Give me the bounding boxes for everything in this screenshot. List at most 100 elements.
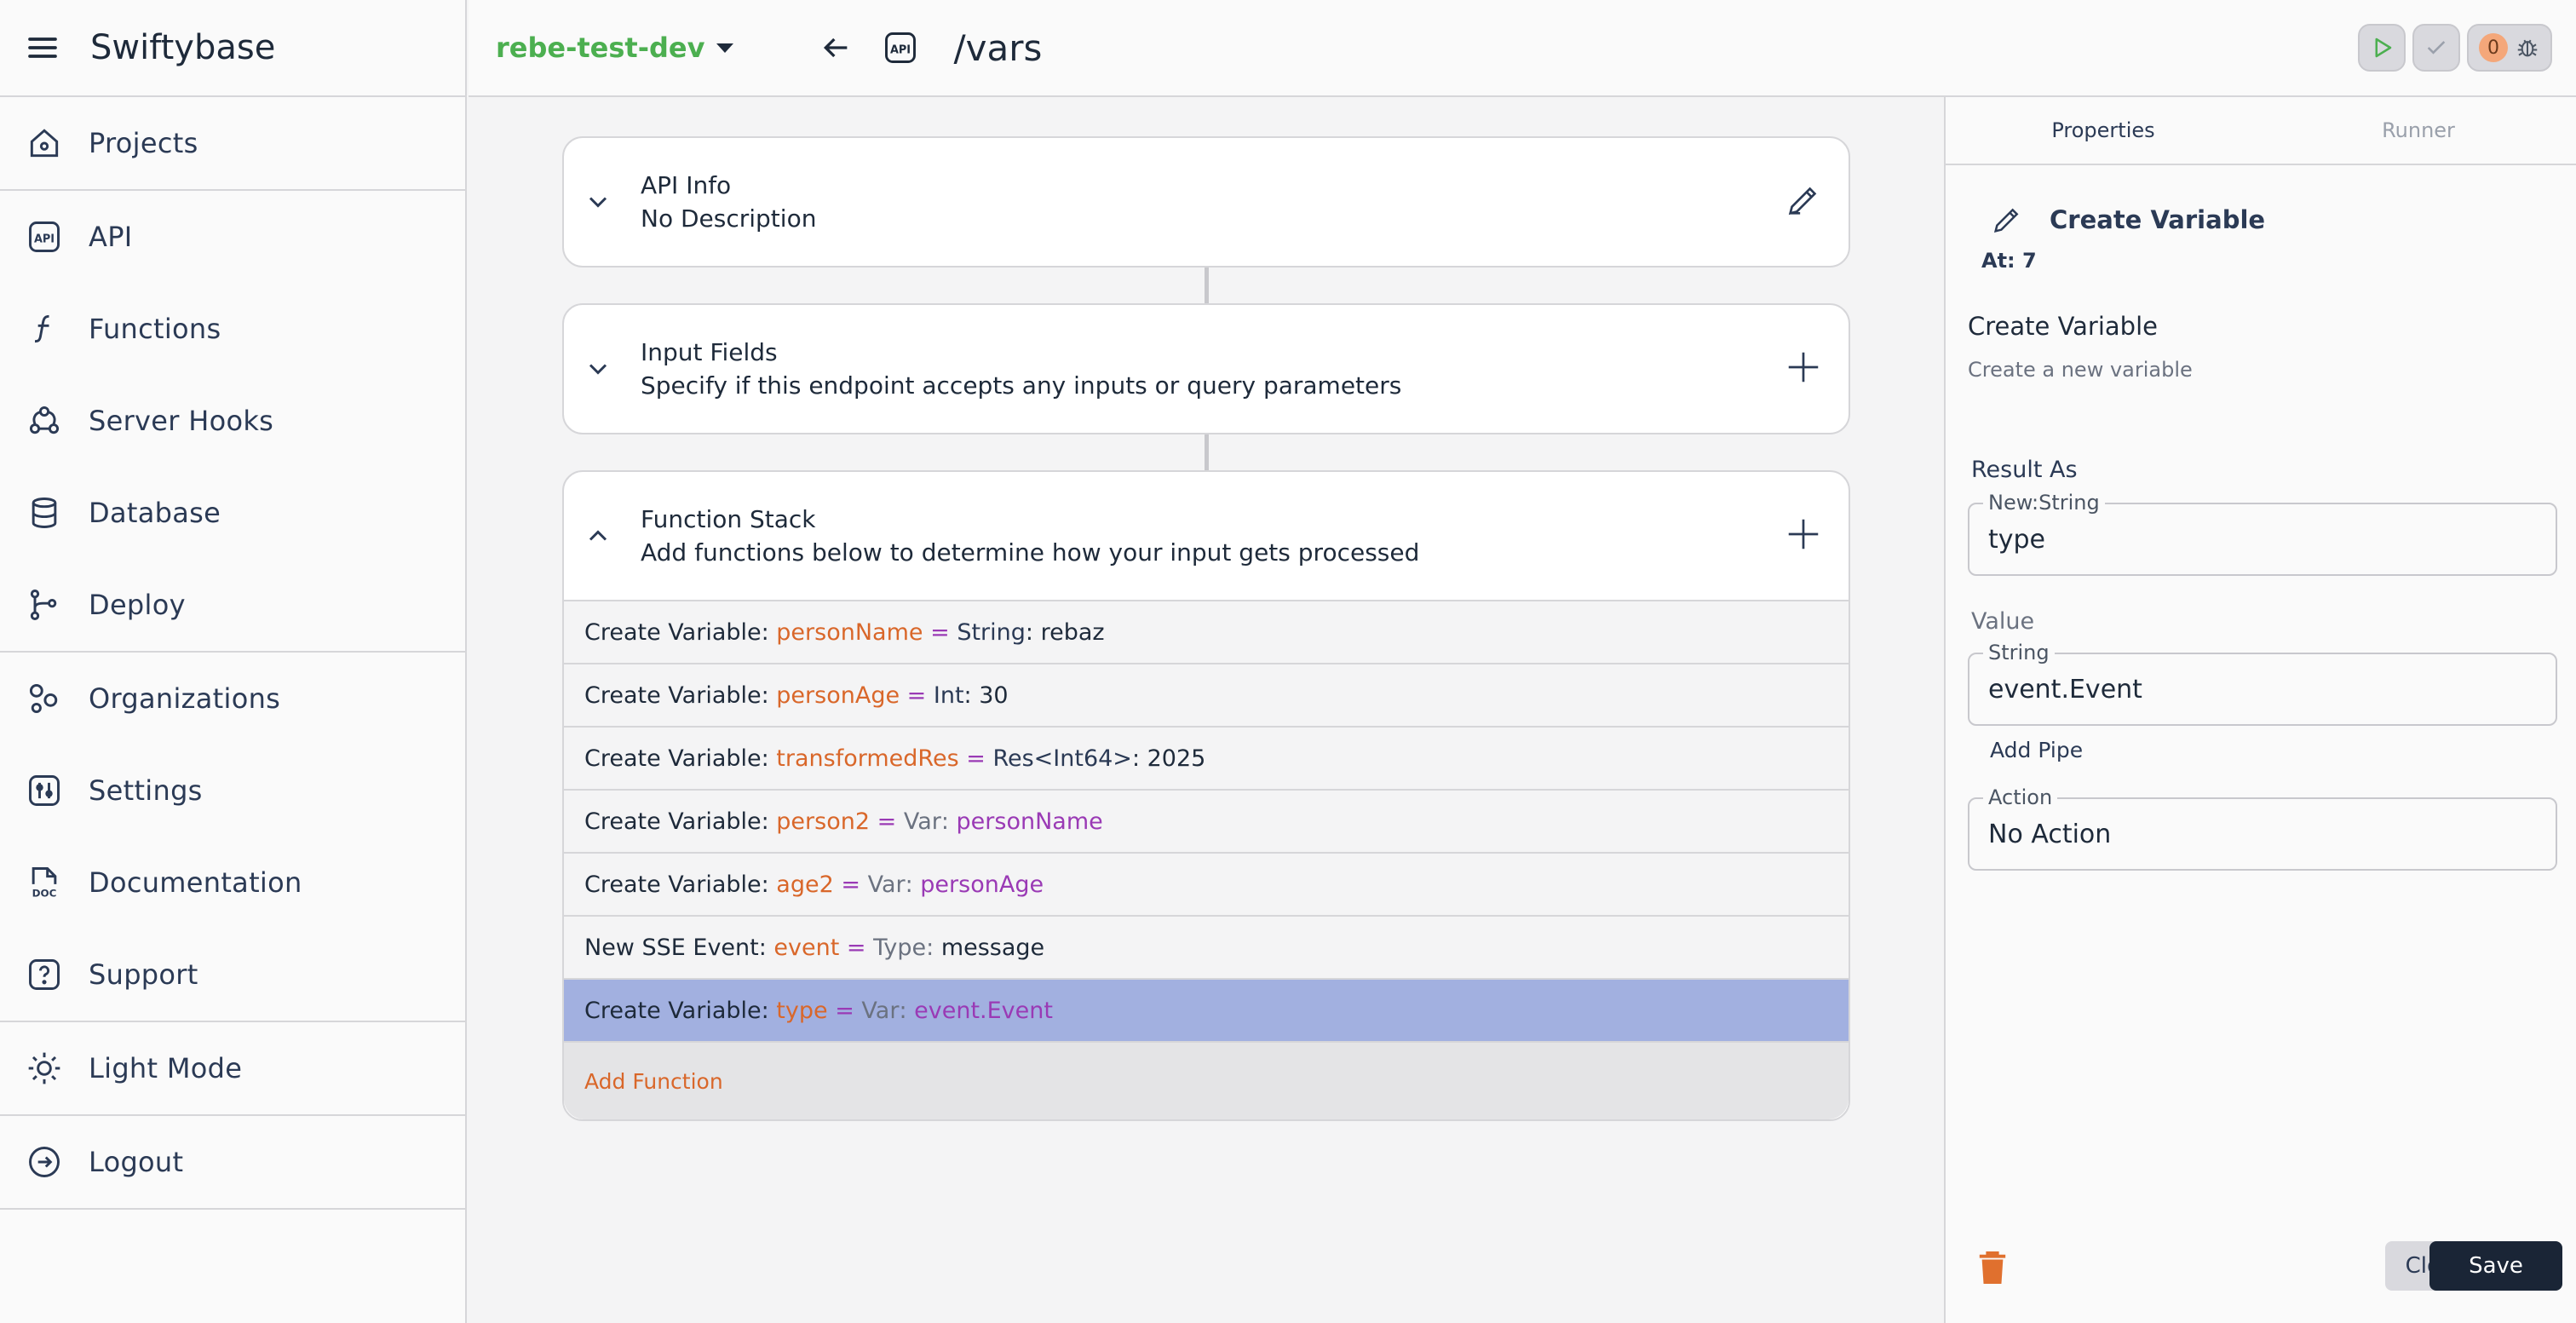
row-sep: :: [905, 871, 921, 898]
sidebar-item-label: Light Mode: [89, 1052, 243, 1084]
row-type: Var: [903, 808, 941, 835]
function-row-selected[interactable]: Create Variable: type = Var: event.Event: [564, 978, 1849, 1041]
sidebar-item-logout[interactable]: Logout: [0, 1116, 465, 1208]
result-as-field[interactable]: New:String type: [1968, 491, 2557, 576]
row-prefix: Create Variable:: [584, 871, 777, 898]
row-type: Type: [873, 934, 927, 961]
arrow-left-icon[interactable]: [819, 31, 853, 65]
action-legend: Action: [1983, 785, 2058, 809]
database-icon: [26, 494, 63, 532]
api-info-header[interactable]: API Info No Description: [564, 138, 1849, 266]
plus-icon[interactable]: [1784, 348, 1823, 387]
action-field[interactable]: Action No Action: [1968, 785, 2557, 871]
properties-panel: Properties Runner Create Variable At: 7 …: [1944, 97, 2576, 1323]
row-prefix: New SSE Event:: [584, 934, 774, 961]
function-stack-text: Function Stack Add functions below to de…: [641, 505, 1419, 567]
sidebar-item-database[interactable]: Database: [0, 467, 465, 559]
main-canvas: API Info No Description Input Fields Spe…: [469, 97, 1944, 1323]
function-row[interactable]: Create Variable: age2 = Var: personAge: [564, 852, 1849, 915]
save-button[interactable]: Save: [2429, 1241, 2562, 1291]
sidebar-item-api[interactable]: API API: [0, 191, 465, 283]
chevron-down-icon[interactable]: [583, 354, 613, 384]
row-sep: :: [1131, 745, 1147, 772]
result-as-legend: New:String: [1983, 491, 2105, 515]
row-var-name: personAge: [776, 682, 900, 709]
project-selector[interactable]: rebe-test-dev: [496, 32, 734, 64]
doc-icon: DOC: [26, 864, 63, 901]
sidebar-item-label: Support: [89, 958, 198, 991]
chevron-up-icon[interactable]: [583, 521, 613, 551]
brand-header: Swiftybase: [0, 0, 465, 97]
function-row[interactable]: Create Variable: transformedRes = Res<In…: [564, 726, 1849, 789]
sidebar-item-deploy[interactable]: Deploy: [0, 559, 465, 651]
route-path: /vars: [953, 26, 1043, 69]
sidebar-item-support[interactable]: Support: [0, 929, 465, 1021]
project-name: rebe-test-dev: [496, 32, 705, 64]
value-label: Value: [1971, 608, 2035, 635]
panel-description: Create a new variable: [1968, 358, 2193, 382]
sidebar-item-label: Logout: [89, 1146, 184, 1178]
add-pipe-button[interactable]: Add Pipe: [1990, 738, 2083, 762]
sidebar-item-light-mode[interactable]: Light Mode: [0, 1022, 465, 1114]
sidebar-item-label: Functions: [89, 313, 221, 345]
sidebar-item-label: Projects: [89, 127, 198, 159]
value-field[interactable]: String event.Event: [1968, 641, 2557, 726]
caret-down-icon: [716, 43, 734, 53]
row-value: message: [940, 934, 1045, 961]
sidebar-item-documentation[interactable]: DOC Documentation: [0, 837, 465, 929]
sidebar-item-server-hooks[interactable]: Server Hooks: [0, 375, 465, 467]
function-row[interactable]: Create Variable: personAge = Int: 30: [564, 663, 1849, 726]
sidebar-item-label: API: [89, 221, 133, 253]
row-equals: =: [923, 618, 957, 646]
sidebar-item-label: Organizations: [89, 682, 281, 715]
row-equals: =: [958, 745, 993, 772]
row-sep: :: [963, 682, 980, 709]
row-value: 30: [979, 682, 1009, 709]
settings-icon: [26, 772, 63, 809]
function-row[interactable]: New SSE Event: event = Type: message: [564, 915, 1849, 978]
row-type: Int: [933, 682, 964, 709]
sidebar-item-label: Settings: [89, 774, 203, 807]
panel-header-name: Create Variable: [2050, 205, 2266, 234]
tab-runner[interactable]: Runner: [2261, 97, 2576, 164]
pencil-icon[interactable]: [1784, 181, 1823, 220]
input-fields-title: Input Fields: [641, 338, 778, 366]
api-info-card: API Info No Description: [562, 136, 1850, 267]
row-type: Var: [861, 997, 900, 1024]
plus-icon[interactable]: [1784, 515, 1823, 554]
top-bar: rebe-test-dev API /vars 0: [469, 0, 2576, 97]
function-stack-header[interactable]: Function Stack Add functions below to de…: [564, 472, 1849, 600]
bug-icon: [2517, 39, 2538, 57]
row-equals: =: [839, 934, 874, 961]
debug-button[interactable]: 0: [2467, 24, 2552, 72]
play-icon: [2375, 37, 2392, 58]
row-equals: =: [900, 682, 934, 709]
panel-tabs: Properties Runner: [1946, 97, 2576, 165]
function-row[interactable]: Create Variable: personName = String: re…: [564, 600, 1849, 663]
svg-text:API: API: [890, 43, 911, 56]
sidebar-item-label: Documentation: [89, 866, 302, 899]
row-prefix: Create Variable:: [584, 682, 777, 709]
svg-text:API: API: [34, 233, 55, 245]
sidebar: Swiftybase Projects API API Functions Se…: [0, 0, 467, 1323]
hamburger-menu-icon[interactable]: [26, 31, 60, 65]
sidebar-item-projects[interactable]: Projects: [0, 97, 465, 189]
tab-properties[interactable]: Properties: [1946, 97, 2261, 164]
top-actions: 0: [2358, 24, 2552, 72]
sidebar-item-functions[interactable]: Functions: [0, 283, 465, 375]
input-fields-header[interactable]: Input Fields Specify if this endpoint ac…: [564, 305, 1849, 433]
sidebar-item-settings[interactable]: Settings: [0, 745, 465, 837]
row-equals: =: [870, 808, 904, 835]
trash-icon[interactable]: [1976, 1250, 2009, 1286]
sidebar-item-organizations[interactable]: Organizations: [0, 653, 465, 745]
check-button[interactable]: [2412, 24, 2460, 72]
add-function-button[interactable]: Add Function: [564, 1041, 1849, 1119]
sun-icon: [26, 1050, 63, 1087]
chevron-down-icon[interactable]: [583, 187, 613, 217]
run-button[interactable]: [2358, 24, 2406, 72]
row-sep: :: [899, 997, 915, 1024]
api-info-title: API Info: [641, 171, 732, 199]
row-equals: =: [833, 871, 868, 898]
row-value: rebaz: [1040, 618, 1105, 646]
function-row[interactable]: Create Variable: person2 = Var: personNa…: [564, 789, 1849, 852]
